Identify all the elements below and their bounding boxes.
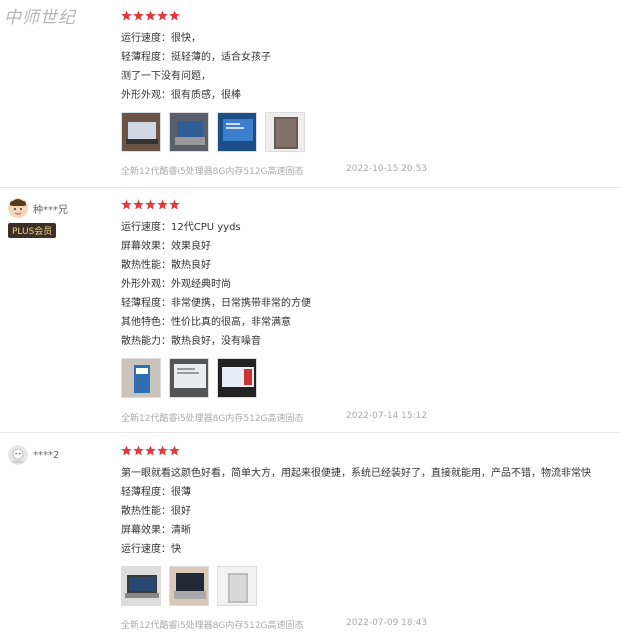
review-meta: 全新12代酷睿i5处理器8G内存512G高速固态 2022-07-09 18:4…	[121, 618, 427, 631]
reviewer-name: ****2	[33, 449, 60, 461]
review-photos	[121, 566, 257, 606]
rating-stars	[121, 199, 180, 210]
review-photo-thumbnail[interactable]	[169, 112, 209, 152]
review-line: 散热性能：散热良好	[121, 260, 211, 271]
product-variant: 全新12代酷睿i5处理器8G内存512G高速固态	[121, 621, 304, 631]
star-icon	[121, 10, 132, 21]
review-date: 2022-07-14 15:12	[346, 411, 428, 421]
plus-member-badge: PLUS会员	[8, 223, 57, 238]
star-icon	[145, 10, 156, 21]
review-photo-thumbnail[interactable]	[169, 358, 209, 398]
review-line: 测了一下没有问题，	[121, 71, 211, 82]
review-line: 其他特色：性价比真的很高，非常满意	[121, 317, 291, 328]
product-variant: 全新12代酷睿i5处理器8G内存512G高速固态	[121, 414, 304, 424]
star-icon	[169, 445, 180, 456]
star-icon	[157, 10, 168, 21]
review-photo-thumbnail[interactable]	[217, 112, 257, 152]
review-line: 运行速度：很快，	[121, 33, 201, 44]
avatar[interactable]	[8, 198, 28, 218]
review-line: 第一眼就看这颜色好看，简单大方，用起来很便捷，系统已经装好了，直接就能用，产品不…	[121, 468, 591, 479]
product-variant: 全新12代酷睿i5处理器8G内存512G高速固态	[121, 167, 304, 177]
star-icon	[169, 199, 180, 210]
review-line: 运行速度：快	[121, 544, 181, 555]
review-line: 散热性能：很好	[121, 506, 191, 517]
review-item: 运行速度：很快， 轻薄程度：挺轻薄的，适合女孩子 测了一下没有问题， 外形外观：…	[0, 0, 620, 188]
review-text: 运行速度：很快， 轻薄程度：挺轻薄的，适合女孩子 测了一下没有问题， 外形外观：…	[121, 29, 271, 105]
review-photo-thumbnail[interactable]	[217, 358, 257, 398]
review-line: 外形外观：很有质感，很棒	[121, 90, 241, 101]
review-photo-thumbnail[interactable]	[121, 112, 161, 152]
review-photos	[121, 358, 257, 398]
review-text: 运行速度：12代CPU yyds 屏幕效果：效果良好 散热性能：散热良好 外形外…	[121, 218, 311, 351]
review-photo-thumbnail[interactable]	[265, 112, 305, 152]
review-line: 散热能力：散热良好，没有噪音	[121, 336, 261, 347]
review-meta: 全新12代酷睿i5处理器8G内存512G高速固态 2022-10-15 20:5…	[121, 164, 427, 177]
star-icon	[121, 445, 132, 456]
star-icon	[157, 199, 168, 210]
star-icon	[157, 445, 168, 456]
review-line: 轻薄程度：挺轻薄的，适合女孩子	[121, 52, 271, 63]
review-line: 屏幕效果：效果良好	[121, 241, 211, 252]
review-photo-thumbnail[interactable]	[121, 358, 161, 398]
star-icon	[145, 445, 156, 456]
reviewer-info: ****2	[8, 445, 59, 465]
review-line: 运行速度：12代CPU yyds	[121, 222, 241, 233]
reviewer-info: 种***兄 PLUS会员	[8, 198, 68, 238]
review-date: 2022-10-15 20:53	[346, 164, 428, 174]
star-icon	[133, 199, 144, 210]
review-photos	[121, 112, 305, 152]
star-icon	[145, 199, 156, 210]
review-line: 轻薄程度：非常便携，日常携带非常的方便	[121, 298, 311, 309]
review-item: ****2 第一眼就看这颜色好看，简单大方，用起来很便捷，系统已经装好了，直接就…	[0, 433, 620, 634]
review-date: 2022-07-09 18:43	[346, 618, 428, 628]
review-line: 屏幕效果：清晰	[121, 525, 191, 536]
star-icon	[133, 445, 144, 456]
star-icon	[133, 10, 144, 21]
avatar[interactable]	[8, 445, 28, 465]
review-item: 种***兄 PLUS会员 运行速度：12代CPU yyds 屏幕效果：效果良好 …	[0, 188, 620, 433]
reviewer-name: 种***兄	[33, 204, 68, 216]
review-line: 外形外观：外观经典时尚	[121, 279, 231, 290]
review-photo-thumbnail[interactable]	[121, 566, 161, 606]
review-line: 轻薄程度：很薄	[121, 487, 191, 498]
review-photo-thumbnail[interactable]	[169, 566, 209, 606]
star-icon	[121, 199, 132, 210]
rating-stars	[121, 445, 180, 456]
review-photo-thumbnail[interactable]	[217, 566, 257, 606]
review-text: 第一眼就看这颜色好看，简单大方，用起来很便捷，系统已经装好了，直接就能用，产品不…	[121, 464, 620, 559]
star-icon	[169, 10, 180, 21]
rating-stars	[121, 10, 180, 21]
review-meta: 全新12代酷睿i5处理器8G内存512G高速固态 2022-07-14 15:1…	[121, 411, 427, 424]
